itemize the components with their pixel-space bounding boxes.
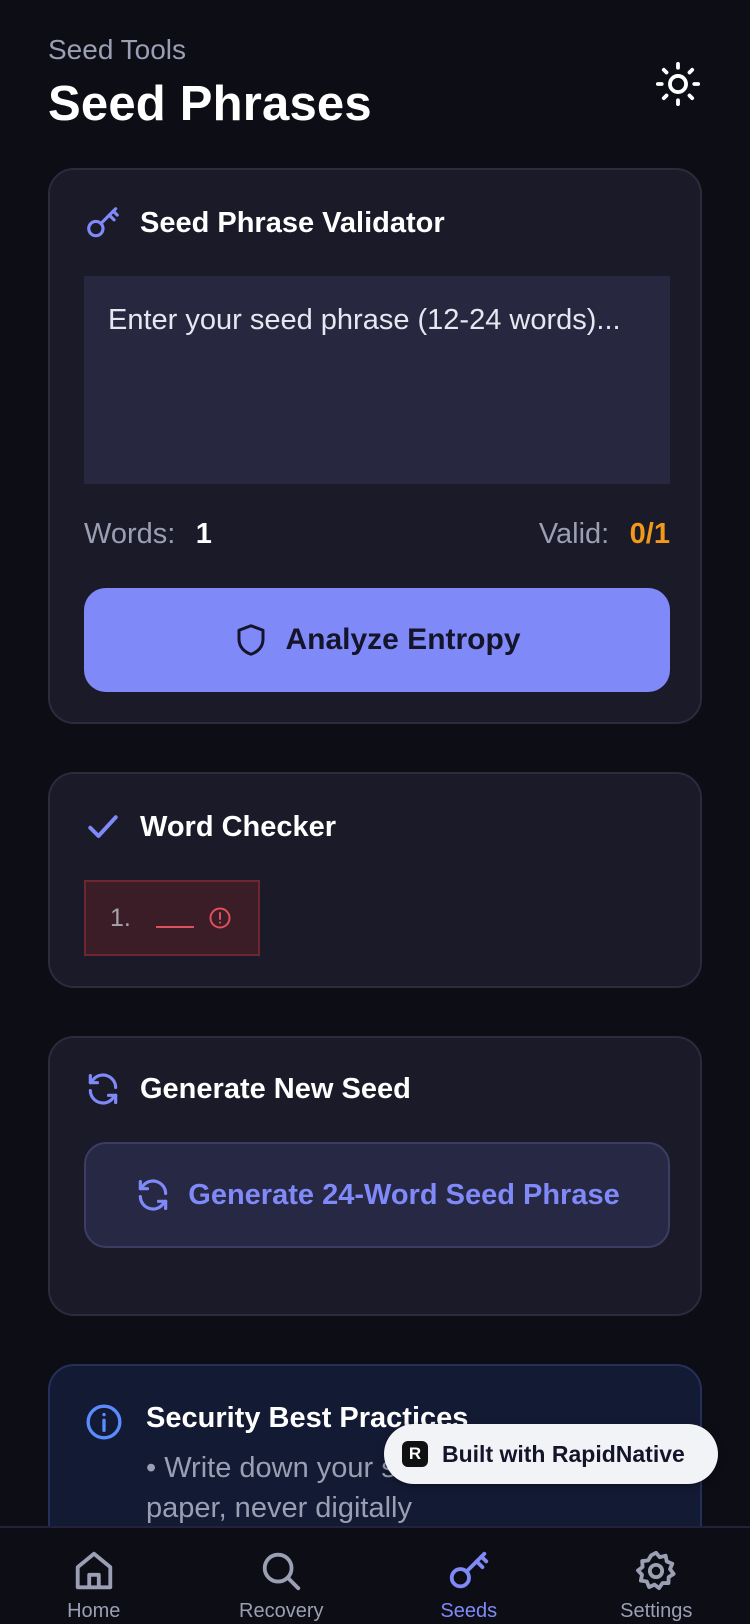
page-title: Seed Phrases: [48, 77, 372, 131]
badge-label: Built with RapidNative: [442, 1440, 685, 1467]
validator-card: Seed Phrase Validator Words: 1 Valid: 0/…: [48, 168, 702, 724]
words-label: Words:: [84, 518, 176, 550]
valid-label: Valid:: [538, 518, 610, 550]
tab-home[interactable]: Home: [0, 1528, 188, 1624]
tab-recovery[interactable]: Recovery: [188, 1528, 376, 1624]
refresh-icon: [134, 1176, 172, 1214]
generate-title: Generate New Seed: [140, 1072, 411, 1105]
tab-seeds[interactable]: Seeds: [375, 1528, 563, 1624]
generate-seed-label: Generate 24-Word Seed Phrase: [188, 1178, 620, 1211]
word-number: 1.: [110, 903, 131, 932]
refresh-icon: [84, 1070, 122, 1108]
validator-header: Seed Phrase Validator: [84, 204, 445, 242]
generate-seed-button[interactable]: Generate 24-Word Seed Phrase: [84, 1142, 670, 1248]
words-count: 1: [195, 518, 212, 550]
analyze-entropy-button[interactable]: Analyze Entropy: [84, 588, 670, 692]
word-chip[interactable]: 1.: [84, 880, 260, 956]
key-icon: [446, 1546, 492, 1596]
tab-seeds-label: Seeds: [440, 1600, 498, 1622]
home-icon: [71, 1546, 117, 1596]
analyze-entropy-label: Analyze Entropy: [285, 623, 521, 656]
theme-toggle-button[interactable]: [652, 58, 704, 110]
search-icon: [258, 1546, 304, 1596]
word-blank: [156, 926, 194, 928]
error-icon: [208, 906, 232, 930]
gear-icon: [633, 1546, 679, 1596]
bottom-tab-bar: Home Recovery Seeds Settings: [0, 1526, 750, 1624]
tab-recovery-label: Recovery: [239, 1600, 324, 1622]
seed-phrases-screen: Seed Tools Seed Phrases Seed Phrase Vali…: [0, 0, 750, 1624]
valid-stat: Valid: 0/1: [539, 518, 670, 551]
page-eyebrow: Seed Tools: [48, 34, 187, 65]
validator-title: Seed Phrase Validator: [140, 206, 445, 239]
built-with-badge[interactable]: R Built with RapidNative: [384, 1424, 718, 1484]
tab-settings[interactable]: Settings: [563, 1528, 750, 1624]
word-checker-card: Word Checker 1.: [48, 772, 702, 988]
key-icon: [84, 204, 122, 242]
check-icon: [84, 808, 122, 846]
valid-count: 0/1: [629, 518, 670, 550]
tab-home-label: Home: [67, 1600, 121, 1622]
word-checker-title: Word Checker: [140, 810, 337, 843]
validator-stats: Words: 1 Valid: 0/1: [84, 518, 670, 551]
tab-settings-label: Settings: [620, 1600, 693, 1622]
seed-phrase-input[interactable]: [84, 276, 670, 484]
shield-icon: [233, 621, 269, 659]
generate-header: Generate New Seed: [84, 1070, 411, 1108]
word-checker-header: Word Checker: [84, 808, 336, 846]
sun-icon: [655, 61, 701, 107]
generate-card: Generate New Seed Generate 24-Word Seed …: [48, 1036, 702, 1316]
words-stat: Words: 1: [84, 518, 212, 551]
rapidnative-logo: R: [402, 1441, 428, 1467]
info-icon: [84, 1402, 124, 1442]
